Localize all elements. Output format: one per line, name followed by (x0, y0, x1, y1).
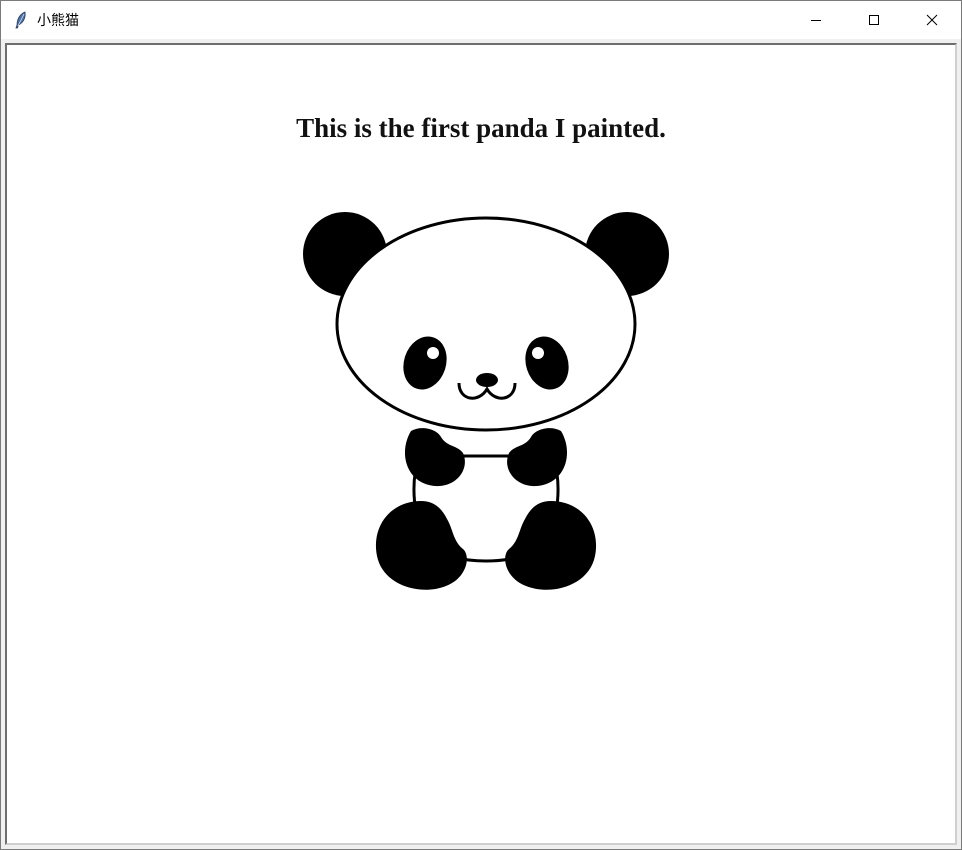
panda-head (335, 216, 637, 432)
minimize-button[interactable] (787, 1, 845, 39)
app-window: 小熊猫 This is the first panda I painted. (0, 0, 962, 850)
maximize-button[interactable] (845, 1, 903, 39)
title-bar[interactable]: 小熊猫 (1, 1, 961, 39)
window-title: 小熊猫 (37, 13, 79, 29)
panda-left-eye-shine (427, 347, 439, 359)
maximize-icon (868, 11, 880, 30)
panda-right-eye-shine (532, 347, 544, 359)
close-icon (926, 11, 938, 30)
drawing-canvas[interactable]: This is the first panda I painted. (5, 43, 957, 845)
window-controls (787, 1, 961, 39)
panda-drawing (303, 212, 669, 590)
minimize-icon (810, 11, 822, 30)
panda-nose (476, 373, 498, 387)
feather-icon (13, 11, 29, 29)
close-button[interactable] (903, 1, 961, 39)
